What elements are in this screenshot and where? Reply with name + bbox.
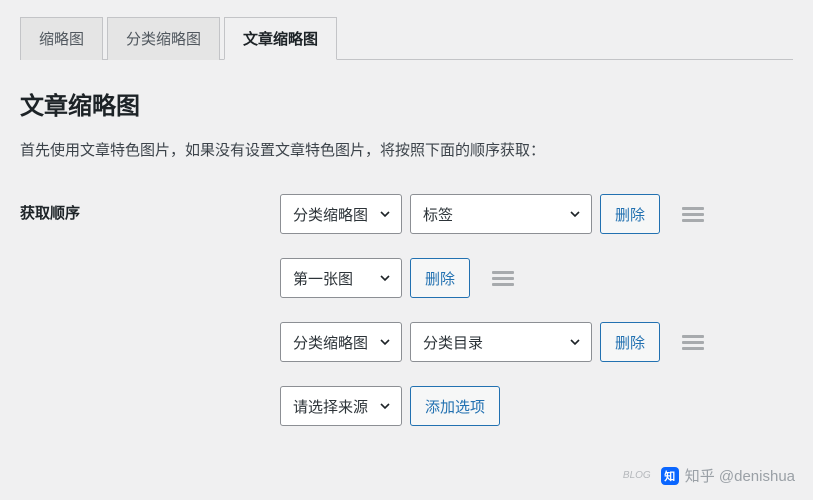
watermark-handle: 知乎 @denishua <box>685 465 795 486</box>
chevron-down-icon <box>379 208 391 220</box>
rules-list: 分类缩略图 标签 删除 第一张图 删除 分类缩略图 <box>280 194 708 426</box>
select-value: 请选择来源 <box>293 396 368 417</box>
watermark-sublogo: BLOG <box>623 470 651 481</box>
tab-thumbnail[interactable]: 缩略图 <box>20 17 103 60</box>
drag-handle-icon[interactable] <box>678 203 708 226</box>
add-rule-row: 请选择来源 添加选项 <box>280 386 708 426</box>
tab-category-thumbnail[interactable]: 分类缩略图 <box>107 17 220 60</box>
select-value: 分类缩略图 <box>293 204 368 225</box>
delete-button[interactable]: 删除 <box>600 194 660 234</box>
chevron-down-icon <box>569 336 581 348</box>
page-title: 文章缩略图 <box>20 86 793 121</box>
tab-post-thumbnail[interactable]: 文章缩略图 <box>224 17 337 60</box>
select-value: 分类目录 <box>423 332 483 353</box>
source-select[interactable]: 分类缩略图 <box>280 194 402 234</box>
page-description: 首先使用文章特色图片，如果没有设置文章特色图片，将按照下面的顺序获取： <box>20 139 793 160</box>
target-select[interactable]: 标签 <box>410 194 592 234</box>
chevron-down-icon <box>569 208 581 220</box>
target-select[interactable]: 分类目录 <box>410 322 592 362</box>
watermark: BLOG 知 知乎 @denishua <box>623 465 795 486</box>
chevron-down-icon <box>379 400 391 412</box>
add-option-button[interactable]: 添加选项 <box>410 386 500 426</box>
drag-handle-icon[interactable] <box>488 267 518 290</box>
delete-button[interactable]: 删除 <box>410 258 470 298</box>
order-form-row: 获取顺序 分类缩略图 标签 删除 第一张图 删除 <box>20 194 793 426</box>
zhihu-icon: 知 <box>661 467 679 485</box>
select-value: 分类缩略图 <box>293 332 368 353</box>
chevron-down-icon <box>379 272 391 284</box>
new-source-select[interactable]: 请选择来源 <box>280 386 402 426</box>
source-select[interactable]: 第一张图 <box>280 258 402 298</box>
select-value: 标签 <box>423 204 453 225</box>
source-select[interactable]: 分类缩略图 <box>280 322 402 362</box>
delete-button[interactable]: 删除 <box>600 322 660 362</box>
tabs: 缩略图 分类缩略图 文章缩略图 <box>20 16 793 60</box>
drag-handle-icon[interactable] <box>678 331 708 354</box>
order-label: 获取顺序 <box>20 194 280 223</box>
select-value: 第一张图 <box>293 268 353 289</box>
rule-row: 分类缩略图 分类目录 删除 <box>280 322 708 362</box>
chevron-down-icon <box>379 336 391 348</box>
rule-row: 第一张图 删除 <box>280 258 708 298</box>
rule-row: 分类缩略图 标签 删除 <box>280 194 708 234</box>
